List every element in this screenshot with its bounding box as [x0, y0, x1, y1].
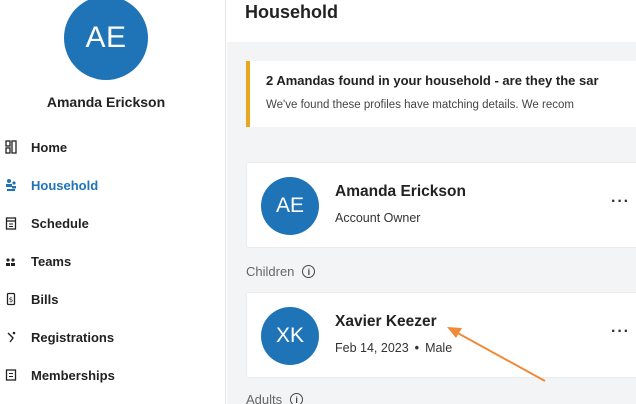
- alert-title: 2 Amandas found in your household - are …: [266, 73, 599, 88]
- profile-initials: AE: [85, 21, 127, 54]
- profile-name: Amanda Erickson: [46, 94, 166, 110]
- info-icon[interactable]: i: [302, 265, 316, 278]
- adults-section-label: Adults i: [246, 392, 304, 404]
- page-header: Household: [227, 0, 636, 42]
- avatar-initials: XK: [275, 324, 304, 347]
- duplicate-profile-alert: 2 Amandas found in your household - are …: [246, 61, 636, 127]
- account-owner-card[interactable]: AE Amanda Erickson Account Owner ···: [246, 162, 636, 248]
- sidebar-item-bills[interactable]: $ Bills: [0, 280, 226, 318]
- section-title: Adults: [246, 392, 283, 404]
- separator-dot: •: [414, 341, 420, 355]
- sidebar-item-label: Memberships: [31, 367, 115, 383]
- sidebar-item-label: Household: [31, 177, 99, 193]
- home-icon: [5, 140, 17, 154]
- avatar: XK: [261, 307, 319, 365]
- info-icon[interactable]: i: [290, 393, 304, 404]
- memberships-icon: [5, 368, 17, 382]
- member-dob: Feb 14, 2023: [335, 341, 409, 355]
- main-content: Household 2 Amandas found in your househ…: [227, 0, 636, 404]
- sidebar-item-schedule[interactable]: Schedule: [0, 204, 226, 242]
- more-options-button[interactable]: ···: [611, 323, 630, 341]
- child-member-card[interactable]: XK Xavier Keezer Feb 14, 2023 • Male ···: [246, 292, 636, 378]
- section-title: Children: [246, 264, 295, 279]
- more-options-button[interactable]: ···: [611, 193, 630, 211]
- sidebar-item-label: Teams: [31, 253, 72, 269]
- svg-text:$: $: [9, 296, 13, 304]
- sidebar-item-label: Schedule: [31, 215, 89, 231]
- sidebar-item-label: Bills: [31, 291, 59, 307]
- member-details: Feb 14, 2023 • Male: [335, 341, 452, 355]
- member-name: Amanda Erickson: [335, 183, 466, 200]
- schedule-icon: [5, 216, 17, 230]
- sidebar-item-teams[interactable]: Teams: [0, 242, 226, 280]
- avatar-initials: AE: [275, 194, 304, 217]
- sidebar-item-memberships[interactable]: Memberships: [0, 356, 226, 394]
- sidebar-item-registrations[interactable]: Registrations: [0, 318, 226, 356]
- registrations-icon: [5, 330, 17, 344]
- sidebar: AE Amanda Erickson Home Household Schedu…: [0, 0, 226, 404]
- bills-icon: $: [5, 292, 17, 306]
- page-title: Household: [245, 2, 338, 22]
- sidebar-item-label: Registrations: [31, 329, 115, 345]
- sidebar-item-household[interactable]: Household: [0, 166, 226, 204]
- profile-avatar[interactable]: AE: [64, 0, 148, 80]
- sidebar-item-label: Home: [31, 139, 68, 155]
- sidebar-item-home[interactable]: Home: [0, 128, 226, 166]
- member-name: Xavier Keezer: [335, 313, 437, 330]
- teams-icon: [5, 254, 17, 268]
- member-role: Account Owner: [335, 211, 421, 225]
- avatar: AE: [261, 177, 319, 235]
- alert-body: We've found these profiles have matching…: [266, 99, 574, 111]
- member-gender: Male: [425, 341, 453, 355]
- sidebar-nav: Home Household Schedule Teams $ Bills Re…: [0, 128, 226, 394]
- household-icon: [5, 178, 17, 192]
- children-section-label: Children i: [246, 264, 316, 279]
